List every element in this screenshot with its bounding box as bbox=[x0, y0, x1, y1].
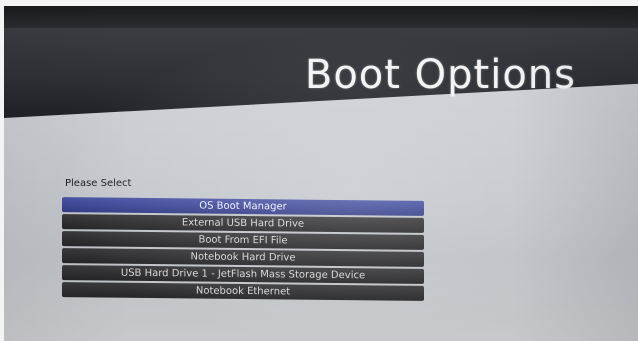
boot-screen: Boot Options Please Select OS Boot Manag… bbox=[4, 6, 638, 341]
select-prompt: Please Select bbox=[65, 178, 132, 189]
screen-bezel bbox=[4, 6, 638, 28]
boot-option-os-boot-manager[interactable]: OS Boot Manager bbox=[62, 197, 424, 216]
boot-option-external-usb-hard-drive[interactable]: External USB Hard Drive bbox=[62, 214, 424, 233]
photo-frame: Boot Options Please Select OS Boot Manag… bbox=[0, 0, 638, 341]
boot-option-boot-from-efi-file[interactable]: Boot From EFI File bbox=[62, 231, 424, 250]
boot-option-notebook-ethernet[interactable]: Notebook Ethernet bbox=[62, 282, 424, 301]
boot-option-usb-hard-drive-1[interactable]: USB Hard Drive 1 - JetFlash Mass Storage… bbox=[62, 265, 424, 284]
page-title: Boot Options bbox=[304, 52, 576, 98]
boot-options-menu: OS Boot Manager External USB Hard Drive … bbox=[62, 197, 424, 303]
boot-option-notebook-hard-drive[interactable]: Notebook Hard Drive bbox=[62, 248, 424, 267]
